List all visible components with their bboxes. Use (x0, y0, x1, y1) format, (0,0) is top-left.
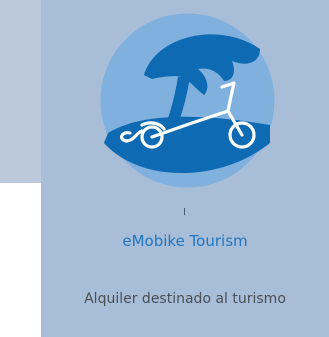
page-margin (0, 183, 41, 337)
service-description: Alquiler destinado al turismo (84, 291, 286, 307)
service-title[interactable]: eMobike Tourism (41, 231, 329, 251)
island-bike-icon (100, 13, 275, 188)
divider-tick (184, 208, 185, 215)
